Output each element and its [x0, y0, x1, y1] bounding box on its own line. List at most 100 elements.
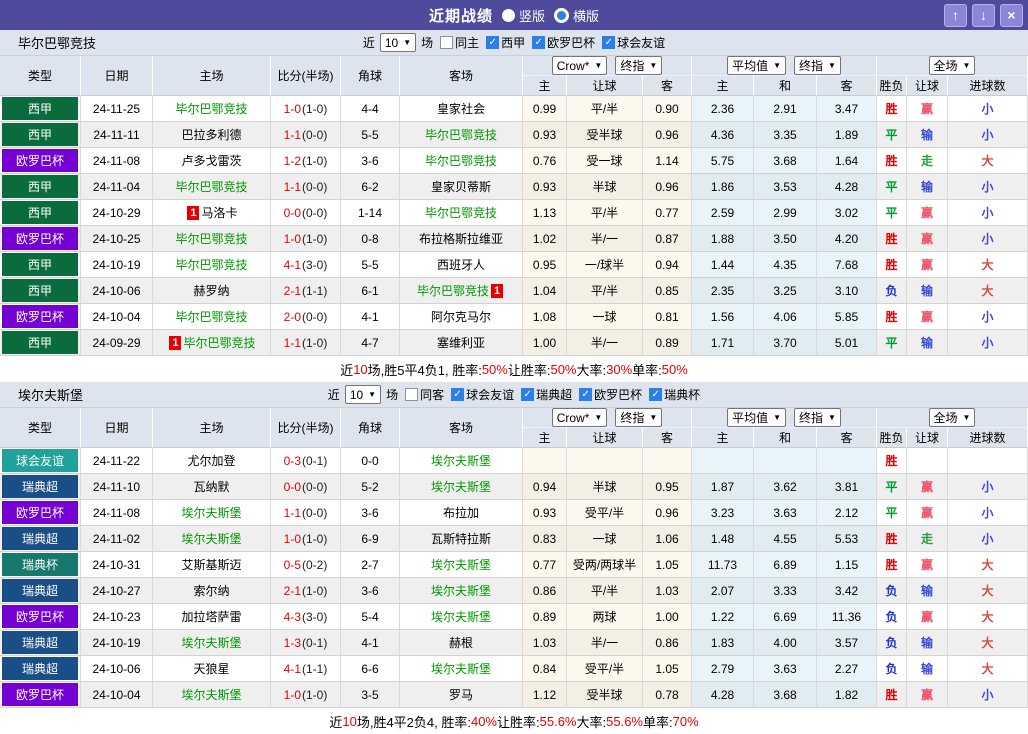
home-team-link[interactable]: 埃尔夫斯堡 [181, 686, 241, 703]
away-team-cell: 西班牙人 [400, 252, 523, 278]
match-date: 24-11-04 [81, 174, 153, 200]
home-team-cell: 瓦纳默 [153, 474, 271, 500]
handicap-odds-away: 0.81 [643, 304, 692, 330]
away-team-link[interactable]: 埃尔夫斯堡 [431, 452, 491, 469]
summary-text: 55.6% [539, 713, 577, 729]
odds-time-select-value: 终指 [620, 59, 645, 73]
home-team-cell: 埃尔夫斯堡 [153, 682, 271, 708]
avg-source-select[interactable]: 平均值 ▼ [727, 56, 786, 75]
column-header: 类型 [0, 408, 81, 448]
away-team-link[interactable]: 毕尔巴鄂竞技 [425, 126, 497, 143]
home-team-link[interactable]: 埃尔夫斯堡 [181, 504, 241, 521]
home-team-link[interactable]: 毕尔巴鄂竞技 [175, 100, 247, 117]
halftime-score: (0-0) [302, 479, 328, 494]
handicap-odds-away [643, 448, 692, 474]
same-venue-checkbox[interactable]: 同客 [405, 386, 444, 403]
home-team-link[interactable]: 埃尔夫斯堡 [181, 530, 241, 547]
result-outcome: 胜 [877, 252, 907, 278]
odds-company-select[interactable]: Crow* ▼ [551, 408, 608, 427]
match-count-select[interactable]: 10 ▼ [344, 385, 382, 404]
odds-time-select[interactable]: 终指 ▼ [615, 56, 663, 75]
away-team-link[interactable]: 毕尔巴鄂竞技 [425, 152, 497, 169]
home-team-cell: 1 毕尔巴鄂竞技 [153, 330, 271, 356]
league-filter-checkbox[interactable]: ✓ 欧罗巴杯 [532, 34, 595, 51]
league-filter-checkbox[interactable]: ✓ 瑞典杯 [649, 386, 700, 403]
result-handicap: 输 [907, 330, 948, 356]
result-goals: 大 [948, 630, 1028, 656]
away-team-link[interactable]: 毕尔巴鄂竞技 [425, 204, 497, 221]
same-venue-checkbox[interactable]: 同主 [440, 34, 479, 51]
avg-time-select[interactable]: 终指 ▼ [794, 408, 841, 427]
halftime-score: (0-0) [302, 205, 328, 220]
column-subheader: 让球 [907, 428, 948, 448]
chevron-down-icon: ▼ [649, 60, 658, 70]
away-team-cell: 毕尔巴鄂竞技 [400, 122, 523, 148]
result-outcome: 平 [877, 200, 907, 226]
away-team-cell: 毕尔巴鄂竞技 [400, 200, 523, 226]
layout-radio-vertical[interactable]: 竖版 [501, 6, 545, 25]
avg-odds-away: 3.10 [817, 278, 877, 304]
league-badge: 瑞典杯 [2, 553, 78, 576]
league-type-cell: 西甲 [0, 122, 81, 148]
away-team-link[interactable]: 埃尔夫斯堡 [431, 582, 491, 599]
halftime-score: (0-0) [302, 179, 328, 194]
chevron-down-icon: ▼ [403, 37, 412, 47]
home-team-link[interactable]: 毕尔巴鄂竞技 [175, 256, 247, 273]
odds-time-select[interactable]: 终指 ▼ [615, 408, 663, 427]
avg-odds-away: 5.85 [817, 304, 877, 330]
result-goals: 小 [948, 304, 1028, 330]
handicap-odds-home: 0.93 [523, 500, 567, 526]
fulltime-score: 0-0 [283, 479, 301, 494]
home-team-link[interactable]: 毕尔巴鄂竞技 [175, 178, 247, 195]
league-filter-checkbox[interactable]: ✓ 西甲 [486, 34, 525, 51]
away-team-link[interactable]: 埃尔夫斯堡 [431, 660, 491, 677]
summary-text: 10 [342, 713, 357, 729]
handicap-odds-home: 1.13 [523, 200, 567, 226]
away-team-link[interactable]: 埃尔夫斯堡 [431, 478, 491, 495]
layout-radio-horizontal[interactable]: 横版 [554, 6, 599, 25]
league-filter-checkbox[interactable]: ✓ 球会友谊 [602, 34, 665, 51]
result-goals: 大 [948, 604, 1028, 630]
odds-company-select[interactable]: Crow* ▼ [551, 56, 608, 75]
avg-odds-home: 1.56 [692, 304, 754, 330]
handicap-odds-away: 0.90 [643, 96, 692, 122]
away-team: 罗马 [448, 688, 473, 702]
column-subheader: 主 [523, 76, 567, 96]
match-count-select[interactable]: 10 ▼ [379, 33, 417, 52]
move-up-button[interactable]: ↑ [944, 3, 967, 27]
league-filter-checkbox[interactable]: ✓ 瑞典超 [521, 386, 572, 403]
handicap-odds-home: 0.94 [523, 474, 567, 500]
avg-time-select[interactable]: 终指 ▼ [794, 56, 841, 75]
avg-source-select[interactable]: 平均值 ▼ [727, 408, 786, 427]
away-team-link[interactable]: 埃尔夫斯堡 [431, 556, 491, 573]
league-filter-checkbox-label: 球会友谊 [466, 388, 515, 402]
league-filter-checkbox[interactable]: ✓ 球会友谊 [451, 386, 514, 403]
home-team-link[interactable]: 毕尔巴鄂竞技 [175, 308, 247, 325]
avg-odds-draw: 6.69 [754, 604, 817, 630]
home-team-link[interactable]: 毕尔巴鄂竞技 [183, 334, 255, 351]
column-subheader: 让球 [907, 76, 948, 96]
match-date: 24-10-19 [81, 252, 153, 278]
checkbox-unchecked-icon [405, 388, 419, 401]
scope-select[interactable]: 全场 ▼ [928, 56, 976, 75]
match-date: 24-10-27 [81, 578, 153, 604]
home-team-link[interactable]: 埃尔夫斯堡 [181, 634, 241, 651]
scope-select[interactable]: 全场 ▼ [928, 408, 976, 427]
match-date: 24-11-08 [81, 148, 153, 174]
home-team-link[interactable]: 毕尔巴鄂竞技 [175, 230, 247, 247]
summary-text: 10 [353, 361, 368, 377]
handicap-odds-away: 0.87 [643, 226, 692, 252]
close-button[interactable]: × [1000, 3, 1023, 27]
move-down-button[interactable]: ↓ [972, 3, 995, 27]
away-team-link[interactable]: 毕尔巴鄂竞技 [417, 282, 489, 299]
handicap-odds-away: 0.96 [643, 122, 692, 148]
result-goals: 大 [948, 278, 1028, 304]
away-team-link[interactable]: 埃尔夫斯堡 [431, 608, 491, 625]
handicap-line: 平/半 [567, 278, 643, 304]
league-filter-checkbox[interactable]: ✓ 欧罗巴杯 [579, 386, 642, 403]
match-score: 4-1 (3-0) [271, 252, 341, 278]
chevron-down-icon: ▼ [594, 412, 603, 422]
page-title: 近期战绩 [428, 7, 493, 25]
league-badge: 瑞典超 [2, 657, 78, 680]
filter-bar: 埃尔夫斯堡近 10 ▼ 场同客 ✓ 球会友谊 ✓ 瑞典超 ✓ 欧罗巴杯 ✓ 瑞典杯 [0, 382, 1028, 408]
